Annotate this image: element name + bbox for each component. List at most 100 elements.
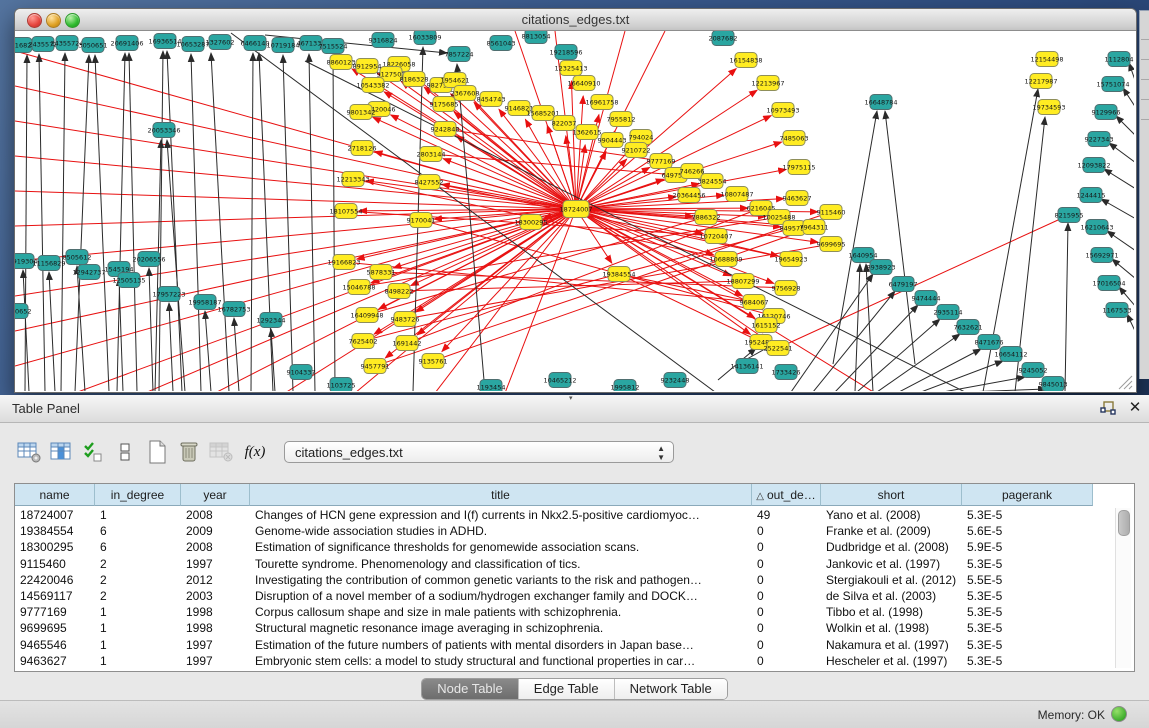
graph-node-label: 9135761 — [419, 357, 448, 365]
table-cell: 14569117 — [15, 588, 95, 604]
dropdown-arrows-icon: ▲▼ — [657, 444, 665, 462]
graph-node-label: 9756928 — [772, 284, 801, 292]
graph-edge[interactable] — [813, 291, 895, 391]
table-cell: Franke et al. (2009) — [821, 523, 962, 539]
graph-edge[interactable] — [159, 51, 163, 391]
graph-edge[interactable] — [576, 96, 583, 209]
select-columns-icon[interactable] — [78, 437, 108, 467]
graph-edge[interactable] — [965, 389, 1046, 391]
graph-node-label: 8860123 — [327, 58, 356, 66]
table-settings-icon[interactable] — [14, 437, 44, 467]
graph-node-label: 12213343 — [336, 175, 369, 183]
graph-edge[interactable] — [309, 54, 315, 391]
graph-edge[interactable] — [39, 54, 45, 391]
table-selector-dropdown[interactable]: citations_edges.txt▲▼ — [284, 441, 674, 463]
graph-edge[interactable] — [119, 278, 123, 391]
graph-edge[interactable] — [855, 264, 860, 391]
graph-edge[interactable] — [1127, 314, 1134, 333]
network-canvas[interactable]: 1916824243557224355724305065120691406169… — [15, 31, 1134, 391]
table-row[interactable]: 977716911998Corpus callosum shape and si… — [15, 604, 1093, 620]
delete-table-icon[interactable] — [174, 437, 204, 467]
graph-edge[interactable] — [205, 311, 211, 391]
graph-edge[interactable] — [1065, 223, 1068, 391]
graph-edge[interactable] — [191, 54, 201, 391]
graph-edge[interactable] — [15, 209, 576, 366]
graph-node-label: 1244415 — [1077, 191, 1106, 199]
table-cell: 22420046 — [15, 572, 95, 588]
table-cell: Estimation of significance thresholds fo… — [250, 539, 752, 555]
column-header-in_degree[interactable]: in_degree — [95, 484, 181, 506]
graph-node-label: 20206556 — [132, 255, 165, 263]
graph-node-label: 7485063 — [780, 134, 809, 142]
graph-edge[interactable] — [1116, 116, 1134, 136]
graph-node-label: 1103725 — [327, 381, 356, 389]
network-window[interactable]: citations_edges.txt 19168242435572243557… — [14, 8, 1137, 393]
column-header-short[interactable]: short — [821, 484, 962, 506]
graph-node-label: 10688809 — [709, 255, 742, 263]
graph-edge[interactable] — [1123, 88, 1134, 108]
graph-edge[interactable] — [149, 268, 153, 391]
import-table-disabled-icon[interactable] — [206, 437, 236, 467]
table-cell: 9115460 — [15, 556, 95, 572]
table-row[interactable]: 946554611997Estimation of the future num… — [15, 637, 1093, 653]
new-document-icon[interactable] — [142, 437, 172, 467]
close-panel-icon[interactable]: ✕ — [1126, 400, 1144, 418]
column-header-year[interactable]: year — [181, 484, 250, 506]
graph-edge[interactable] — [211, 53, 229, 391]
graph-edge[interactable] — [1129, 63, 1134, 83]
table-row[interactable]: 2242004622012Investigating the contribut… — [15, 572, 1093, 588]
graph-edge[interactable] — [167, 140, 185, 391]
graph-edge[interactable] — [1109, 143, 1134, 163]
graph-edge[interactable] — [15, 209, 576, 226]
table-panel-titlebar[interactable]: ▾ Table Panel ✕ — [0, 395, 1149, 423]
graph-edge[interactable] — [1104, 169, 1134, 189]
table-row[interactable]: 946362711997Embryonic stem cells: a mode… — [15, 653, 1093, 669]
graph-edge[interactable] — [169, 303, 173, 391]
network-window-titlebar[interactable]: citations_edges.txt — [15, 9, 1136, 31]
graph-edge[interactable] — [15, 209, 576, 261]
graph-edge[interactable] — [885, 111, 915, 364]
canvas-resize-grip[interactable] — [1119, 376, 1132, 389]
graph-edge[interactable] — [77, 266, 85, 391]
table-row[interactable]: 969969511998Structural magnetic resonanc… — [15, 620, 1093, 636]
float-panel-icon[interactable] — [1100, 400, 1118, 418]
table-cell: de Silva et al. (2003) — [821, 588, 962, 604]
table-row[interactable]: 1830029562008Estimation of significance … — [15, 539, 1093, 555]
column-header-out_de[interactable]: △out_de… — [752, 484, 821, 506]
table-vertical-scrollbar[interactable] — [1115, 508, 1131, 668]
column-header-name[interactable]: name — [15, 484, 95, 506]
graph-node-label: 8427552 — [415, 178, 444, 186]
graph-edge[interactable] — [283, 55, 293, 391]
graph-edge[interactable] — [15, 209, 576, 296]
graph-edge[interactable] — [1101, 199, 1134, 219]
panel-divider-grip[interactable]: ▾ — [569, 396, 578, 401]
graph-edge[interactable] — [61, 53, 65, 391]
column-header-title[interactable]: title — [250, 484, 752, 506]
scrollbar-thumb[interactable] — [1118, 510, 1130, 536]
table-cell: 0 — [752, 539, 821, 555]
tab-node-table[interactable]: Node Table — [422, 679, 519, 699]
graph-edge[interactable] — [259, 53, 273, 391]
graph-node-label: 10654112 — [994, 350, 1027, 358]
table-row[interactable]: 1872400712008Changes of HCN gene express… — [15, 507, 1093, 523]
table-cell: Corpus callosum shape and size in male p… — [250, 604, 752, 620]
table-cell: 0 — [752, 604, 821, 620]
graph-edge[interactable] — [835, 305, 918, 391]
graph-edge[interactable] — [375, 152, 576, 209]
table-row[interactable]: 1456911722003Disruption of a novel membe… — [15, 588, 1093, 604]
graph-node-label: 15751074 — [1096, 80, 1129, 88]
table-row[interactable]: 1938455462009Genome-wide association stu… — [15, 523, 1093, 539]
table-row[interactable]: 911546021997Tourette syndrome. Phenomeno… — [15, 556, 1093, 572]
column-header-pagerank[interactable]: pagerank — [962, 484, 1093, 506]
function-builder-icon[interactable]: f(x) — [238, 437, 272, 467]
table-cell: Jankovic et al. (1997) — [821, 556, 962, 572]
graph-edge[interactable] — [333, 56, 335, 391]
graph-edge[interactable] — [251, 53, 253, 391]
memory-status-indicator[interactable] — [1111, 706, 1127, 722]
row-height-icon[interactable] — [110, 437, 140, 467]
graph-node-label: 7632621 — [954, 323, 983, 331]
tab-network-table[interactable]: Network Table — [615, 679, 727, 699]
show-columns-icon[interactable] — [46, 437, 76, 467]
table-cell: 5.3E-5 — [962, 637, 1093, 653]
tab-edge-table[interactable]: Edge Table — [519, 679, 615, 699]
